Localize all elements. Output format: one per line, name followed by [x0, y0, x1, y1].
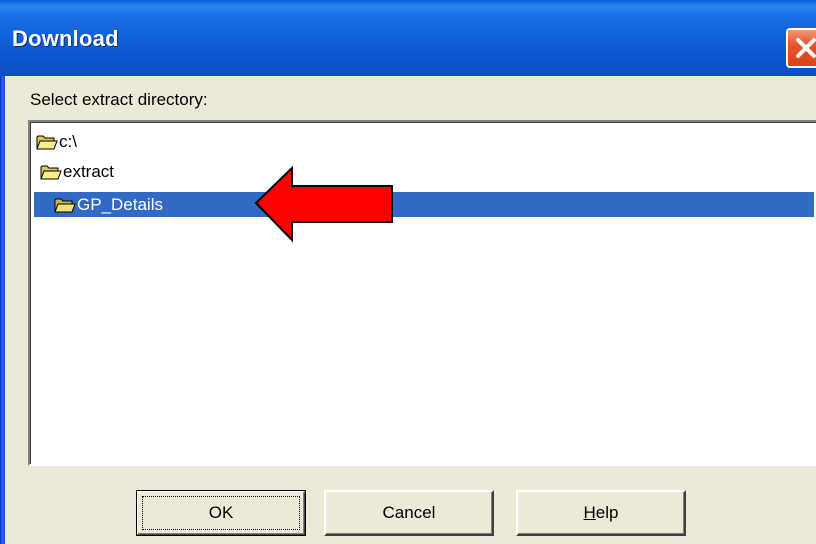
close-icon	[796, 38, 816, 58]
prompt-label: Select extract directory:	[30, 90, 208, 109]
red-arrow-icon	[254, 166, 393, 243]
title-bar[interactable]: Download	[0, 0, 816, 76]
ok-button[interactable]: OK	[136, 490, 306, 536]
directory-tree[interactable]	[28, 120, 816, 466]
tree-item-label: GP_Details	[77, 194, 163, 214]
tree-item-label: extract	[63, 161, 115, 181]
help-mnemonic: H	[583, 503, 596, 522]
tree-item-gp-details[interactable]: GP_Details	[54, 192, 163, 217]
help-button[interactable]: Help	[516, 490, 686, 536]
download-dialog: Download Select extract directory: c:\ e…	[0, 0, 816, 544]
open-folder-icon	[36, 135, 58, 149]
help-label-rest: elp	[595, 503, 619, 522]
tree-item-extract[interactable]: extract	[40, 159, 114, 184]
tree-item-label: c:\	[59, 131, 77, 151]
open-folder-icon	[54, 198, 76, 212]
cancel-button[interactable]: Cancel	[324, 490, 494, 536]
cancel-button-label: Cancel	[382, 503, 436, 522]
ok-button-label: OK	[208, 503, 234, 522]
close-button[interactable]	[786, 28, 816, 68]
tree-item-root[interactable]: c:\	[36, 129, 77, 154]
window-title: Download	[12, 26, 119, 51]
window-frame-left	[0, 76, 5, 544]
help-button-label: Help	[584, 503, 619, 523]
open-folder-icon	[40, 165, 62, 179]
